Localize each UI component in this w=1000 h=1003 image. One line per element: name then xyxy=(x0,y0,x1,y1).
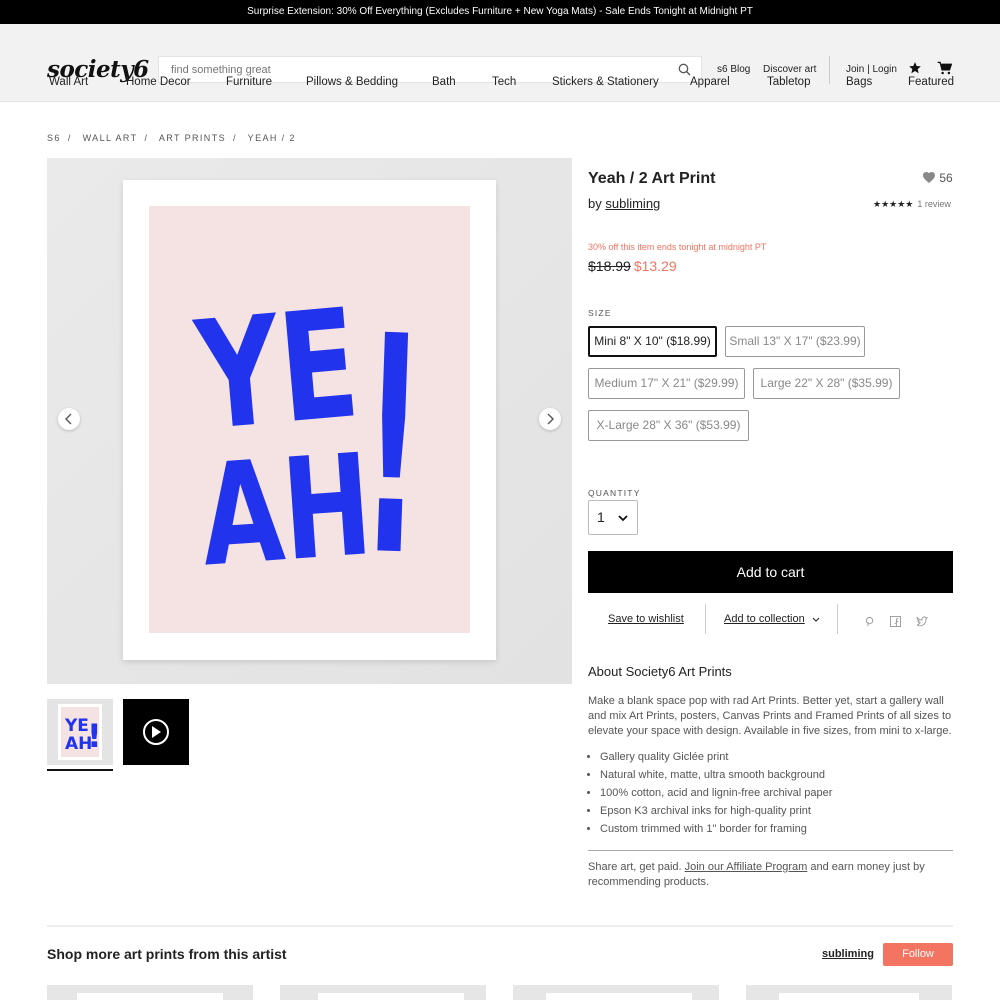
like-count: 56 xyxy=(939,171,953,185)
by-label: by xyxy=(588,196,602,211)
affiliate-link[interactable]: Join our Affiliate Program xyxy=(685,861,808,873)
nav-pillows-bedding[interactable]: Pillows & Bedding xyxy=(306,76,398,88)
rating[interactable]: ★★★★★ 1 review xyxy=(873,199,951,210)
divider xyxy=(588,850,953,851)
sale-note: 30% off this item ends tonight at midnig… xyxy=(588,242,767,252)
product-card[interactable] xyxy=(513,985,719,1003)
chevron-right-icon xyxy=(547,413,554,425)
nav-bags[interactable]: Bags xyxy=(846,76,872,88)
artist-link[interactable]: subliming xyxy=(605,196,660,211)
rating-stars: ★★★★★ xyxy=(873,199,914,209)
product-image[interactable]: YE AH ! xyxy=(47,158,572,684)
list-item: Gallery quality Giclée print xyxy=(600,751,950,769)
old-price: $18.99 xyxy=(588,258,631,274)
more-from-artist-heading: Shop more art prints from this artist xyxy=(47,946,287,962)
review-count: 1 review xyxy=(917,199,951,209)
category-nav: Wall Art Home Decor Furniture Pillows & … xyxy=(0,76,1000,102)
chevron-down-icon xyxy=(812,617,820,622)
list-item: Epson K3 archival inks for high-quality … xyxy=(600,805,950,823)
action-divider xyxy=(705,604,706,634)
nav-tech[interactable]: Tech xyxy=(492,76,516,88)
about-text: Make a blank space pop with rad Art Prin… xyxy=(588,695,952,737)
promo-banner[interactable]: Surprise Extension: 30% Off Everything (… xyxy=(0,0,1000,24)
artist-byline: by subliming xyxy=(588,196,660,211)
art-text-ah: AH xyxy=(196,424,377,598)
list-item: 100% cotton, acid and lignin-free archiv… xyxy=(600,787,950,805)
nav-featured[interactable]: Featured xyxy=(908,76,954,88)
twitter-icon[interactable] xyxy=(916,614,928,632)
breadcrumb-wall-art[interactable]: WALL ART xyxy=(83,133,138,143)
nav-bath[interactable]: Bath xyxy=(432,76,456,88)
add-collection-link[interactable]: Add to collection xyxy=(724,613,805,625)
size-option-medium[interactable]: Medium 17" X 21" ($29.99) xyxy=(588,368,745,399)
artwork: YE AH ! xyxy=(149,206,470,633)
size-option-large[interactable]: Large 22" X 28" ($35.99) xyxy=(753,368,900,399)
art-text-exclaim: ! xyxy=(356,272,428,623)
site-header: society6 s6 Blog Discover art Join | Log… xyxy=(0,24,1000,102)
thumb-text-ye: YE xyxy=(64,716,89,736)
follow-button[interactable]: Follow xyxy=(883,943,953,966)
feature-list: Gallery quality Giclée print Natural whi… xyxy=(600,751,950,841)
nav-home-decor[interactable]: Home Decor xyxy=(126,76,191,88)
thumbnail-video[interactable] xyxy=(123,699,189,765)
affiliate-pre: Share art, get paid. xyxy=(588,861,685,873)
artist-name-link[interactable]: subliming xyxy=(822,948,874,960)
prev-arrow[interactable] xyxy=(58,408,80,430)
promo-text: Surprise Extension: 30% Off Everything (… xyxy=(247,6,753,17)
breadcrumb-art-prints[interactable]: ART PRINTS xyxy=(159,133,226,143)
size-option-small[interactable]: Small 13" X 17" ($23.99) xyxy=(725,326,865,357)
heart-icon xyxy=(923,172,935,183)
list-item: Natural white, matte, ultra smooth backg… xyxy=(600,769,950,787)
product-card[interactable] xyxy=(280,985,486,1003)
blog-link[interactable]: s6 Blog xyxy=(717,64,750,75)
size-option-xlarge[interactable]: X-Large 28" X 36" ($53.99) xyxy=(588,410,749,441)
breadcrumb-current: YEAH / 2 xyxy=(247,133,296,143)
price: $18.99 $13.29 xyxy=(588,258,677,274)
pinterest-icon[interactable] xyxy=(864,614,875,632)
about-heading: About Society6 Art Prints xyxy=(588,664,732,679)
product-title: Yeah / 2 Art Print xyxy=(588,170,716,187)
next-arrow[interactable] xyxy=(539,408,561,430)
play-icon xyxy=(143,719,169,745)
thumbnail-image[interactable]: YE AH ! xyxy=(47,699,113,765)
thumb-text-exclaim: ! xyxy=(87,717,102,755)
size-label: SIZE xyxy=(588,308,612,318)
sale-price: $13.29 xyxy=(633,258,677,274)
print-frame: YE AH ! xyxy=(123,180,496,660)
product-card[interactable] xyxy=(47,985,253,1003)
add-to-cart-button[interactable]: Add to cart xyxy=(588,551,953,593)
join-login-link[interactable]: Join | Login xyxy=(846,64,897,75)
thumbnail-selected-indicator xyxy=(47,769,113,771)
breadcrumb: S6/ WALL ART / ART PRINTS / YEAH / 2 xyxy=(47,133,296,143)
facebook-icon[interactable] xyxy=(890,614,901,632)
breadcrumb-s6[interactable]: S6 xyxy=(47,133,61,143)
save-wishlist-link[interactable]: Save to wishlist xyxy=(608,613,684,625)
nav-stickers-stationery[interactable]: Stickers & Stationery xyxy=(552,76,659,88)
chevron-left-icon xyxy=(65,413,72,425)
list-item: Custom trimmed with 1" border for framin… xyxy=(600,823,950,841)
product-actions: Save to wishlist Add to collection xyxy=(588,604,953,634)
size-option-mini[interactable]: Mini 8" X 10" ($18.99) xyxy=(588,326,717,357)
quantity-label: QUANTITY xyxy=(588,488,641,498)
affiliate-text: Share art, get paid. Join our Affiliate … xyxy=(588,860,953,890)
product-card[interactable] xyxy=(746,985,952,1003)
section-divider xyxy=(47,925,953,927)
quantity-select[interactable]: 1 xyxy=(588,500,638,535)
nav-tabletop[interactable]: Tabletop xyxy=(767,76,810,88)
discover-link[interactable]: Discover art xyxy=(763,64,816,75)
nav-apparel[interactable]: Apparel xyxy=(690,76,730,88)
nav-wall-art[interactable]: Wall Art xyxy=(49,76,88,88)
action-divider xyxy=(837,604,838,634)
quantity-value: 1 xyxy=(597,509,605,525)
like-button[interactable]: 56 xyxy=(922,171,953,185)
chevron-down-icon xyxy=(618,515,628,522)
nav-furniture[interactable]: Furniture xyxy=(226,76,272,88)
